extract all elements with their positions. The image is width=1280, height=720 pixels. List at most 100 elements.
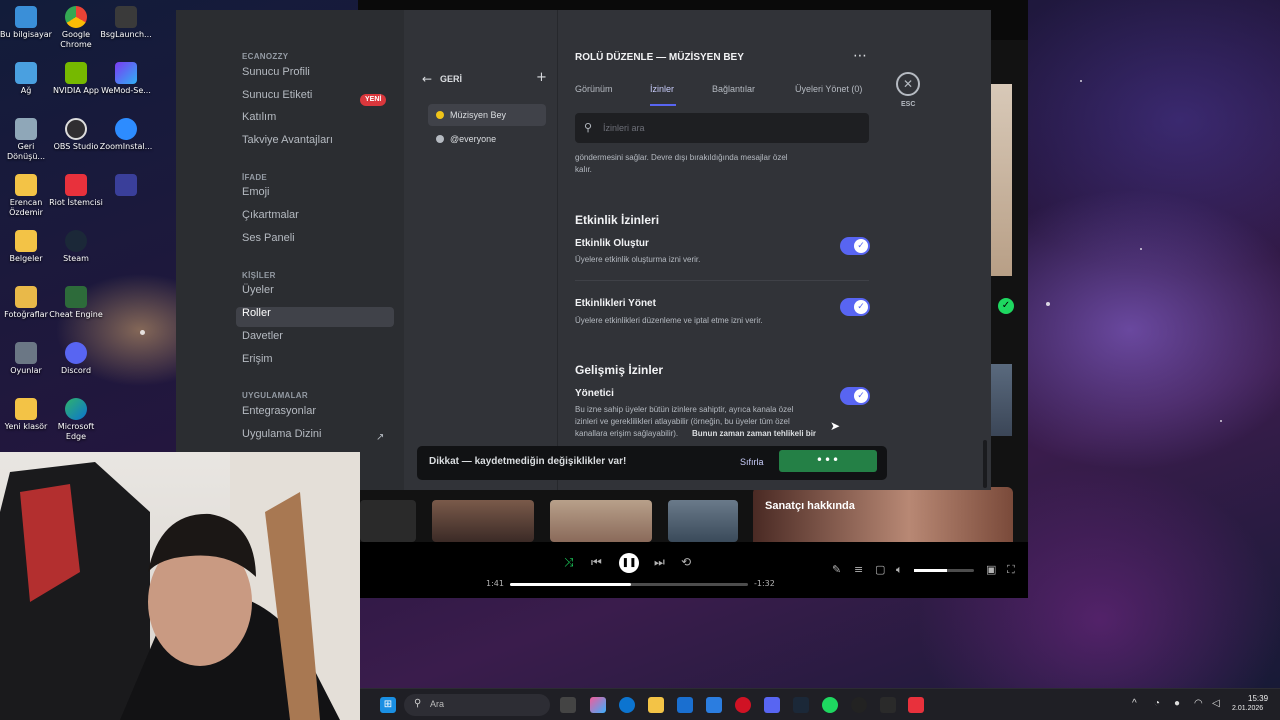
desktop-icon-unknown[interactable] <box>98 174 154 198</box>
tab-links[interactable]: Bağlantılar <box>712 84 755 94</box>
role-item-everyone[interactable]: @everyone <box>428 128 546 150</box>
store-icon[interactable] <box>677 697 693 713</box>
spotify-taskbar-icon[interactable] <box>822 697 838 713</box>
nav-app-directory[interactable]: Uygulama Dizini <box>236 428 394 448</box>
add-role-icon[interactable]: + <box>536 70 547 85</box>
nav-members[interactable]: Üyeler <box>236 284 394 304</box>
toggle-manage-events[interactable]: ✓ <box>840 298 870 316</box>
new-badge: YENİ <box>360 94 387 106</box>
discord-server-settings-window: — ☐ ✕ ECANOZZY Sunucu Profili Sunucu Eti… <box>176 10 991 490</box>
volume-icon[interactable]: 🔈︎ <box>896 563 903 577</box>
scrollbar[interactable] <box>983 440 987 488</box>
desktop-icon-steam[interactable]: Steam <box>48 230 104 264</box>
nav-invites[interactable]: Davetler <box>236 330 394 350</box>
nav-soundboard[interactable]: Ses Paneli <box>236 232 394 252</box>
desktop-icon-discord[interactable]: Discord <box>48 342 104 376</box>
reset-button[interactable]: Sıfırla <box>740 457 764 467</box>
desktop-icon-network[interactable]: Ağ <box>0 62 54 96</box>
windows-start-icon[interactable]: ⊞ <box>380 697 396 713</box>
previous-icon[interactable]: ⏮ <box>591 555 602 570</box>
photos-folder-icon <box>15 286 37 308</box>
desktop-icon-riot[interactable]: Riot İstemcisi <box>48 174 104 208</box>
shuffle-icon[interactable]: ⤨ <box>564 555 574 570</box>
copilot-icon[interactable] <box>590 697 606 713</box>
permissions-search-input[interactable]: ⚲ İzinleri ara <box>575 113 869 143</box>
desktop-icon-zoom-installer[interactable]: ZoomInstal... <box>98 118 154 152</box>
truncated-description: göndermesini sağlar. Devre dışı bırakıld… <box>575 153 788 162</box>
album-card[interactable] <box>432 500 534 542</box>
desktop-icon-bsg-launcher[interactable]: BsgLaunch... <box>98 6 154 40</box>
toggle-administrator[interactable]: ✓ <box>840 387 870 405</box>
perm-create-events-desc: Üyelere etkinlik oluşturma izni verir. <box>575 255 701 264</box>
tray-chevron-icon[interactable]: ^ <box>1132 698 1137 709</box>
nav-integrations[interactable]: Entegrasyonlar <box>236 405 394 425</box>
back-arrow-icon[interactable]: ← <box>422 72 432 86</box>
nav-access[interactable]: Erişim <box>236 353 394 373</box>
nav-server-profile[interactable]: Sunucu Profili <box>236 66 394 86</box>
obs-taskbar-icon[interactable] <box>851 697 867 713</box>
pause-button[interactable]: ❚❚ <box>619 553 639 573</box>
role-item-muzisyen-bey[interactable]: Müzisyen Bey <box>428 104 546 126</box>
playback-progress[interactable] <box>510 583 748 586</box>
desktop-icon-games[interactable]: Oyunlar <box>0 342 54 376</box>
back-label[interactable]: GERİ <box>440 74 462 84</box>
repeat-icon[interactable]: ⟲ <box>681 555 691 569</box>
desktop-icon-documents[interactable]: Belgeler <box>0 230 54 264</box>
perm-administrator-warning: Bunun zaman zaman tehlikeli bir <box>692 429 817 438</box>
microphone-tray-icon[interactable]: ● <box>1174 698 1180 709</box>
volume-slider[interactable] <box>914 569 974 572</box>
outlook-icon[interactable] <box>706 697 722 713</box>
desktop-icon-new-folder[interactable]: Yeni klasör <box>0 398 54 432</box>
desktop-icon-edge[interactable]: Microsoft Edge <box>48 398 104 442</box>
nav-roles[interactable]: Roller <box>236 307 394 327</box>
clock-date[interactable]: 2.01.2026 <box>1232 705 1263 712</box>
truncated-description-end: kalır. <box>575 165 592 174</box>
nav-onboarding[interactable]: Katılım <box>236 111 394 131</box>
desktop-icon-photos[interactable]: Fotoğraflar <box>0 286 54 320</box>
save-changes-button[interactable]: ••• <box>779 450 877 472</box>
close-settings-button[interactable]: ✕ <box>896 72 920 96</box>
steam-taskbar-icon[interactable] <box>793 697 809 713</box>
fullscreen-icon[interactable]: ⛶ <box>1007 563 1015 577</box>
perm-manage-events-name: Etkinlikleri Yönet <box>575 298 656 309</box>
desktop-icon-this-pc[interactable]: Bu bilgisayar <box>0 6 54 40</box>
file-explorer-icon[interactable] <box>648 697 664 713</box>
desktop-icon-obs[interactable]: OBS Studio <box>48 118 104 152</box>
discord-taskbar-icon[interactable] <box>764 697 780 713</box>
desktop-icon-cheat-engine[interactable]: Cheat Engine <box>48 286 104 320</box>
nav-stickers[interactable]: Çıkartmalar <box>236 209 394 229</box>
desktop-icon-user-folder[interactable]: Erencan Özdemir <box>0 174 54 218</box>
spotify-thumbnail <box>988 364 1012 436</box>
riot-taskbar-icon[interactable] <box>908 697 924 713</box>
edge-taskbar-icon[interactable] <box>619 697 635 713</box>
nav-emoji[interactable]: Emoji <box>236 186 394 206</box>
album-card[interactable] <box>550 500 652 542</box>
desktop-icon-chrome[interactable]: Google Chrome <box>48 6 104 50</box>
speaker-tray-icon[interactable]: ◁ <box>1212 698 1220 709</box>
desktop-icon-wemod[interactable]: WeMod-Se... <box>98 62 154 96</box>
tab-display[interactable]: Görünüm <box>575 84 613 94</box>
album-card[interactable] <box>668 500 738 542</box>
pencil-icon[interactable]: ✎ <box>832 563 841 576</box>
task-view-icon[interactable] <box>560 697 576 713</box>
advanced-permissions-heading: Gelişmiş İzinler <box>575 363 664 377</box>
wifi-tray-icon[interactable]: ◠ <box>1194 698 1203 709</box>
miniplayer-icon[interactable]: ▣ <box>986 563 996 576</box>
clock-time[interactable]: 15:39 <box>1248 694 1268 703</box>
opera-icon[interactable] <box>735 697 751 713</box>
tab-permissions[interactable]: İzinler <box>650 84 674 94</box>
epic-games-icon[interactable] <box>880 697 896 713</box>
nav-boost-perks[interactable]: Takviye Avantajları <box>236 134 394 154</box>
network-tray-icon[interactable]: ◔ <box>1154 698 1160 709</box>
next-icon[interactable]: ⏭ <box>654 555 665 570</box>
taskbar-search[interactable]: ⚲ Ara <box>404 694 550 716</box>
toggle-create-events[interactable]: ✓ <box>840 237 870 255</box>
album-card[interactable] <box>360 500 416 542</box>
desktop-icon-nvidia[interactable]: NVIDIA App <box>48 62 104 96</box>
tab-manage-members[interactable]: Üyeleri Yönet (0) <box>795 84 862 94</box>
devices-icon[interactable]: ▢ <box>875 563 885 576</box>
about-artist-card[interactable]: Sanatçı hakkında <box>753 487 1013 543</box>
queue-icon[interactable]: ≡ <box>854 563 863 576</box>
desktop-icon-recycle-bin[interactable]: Geri Dönüşü... <box>0 118 54 162</box>
more-options-icon[interactable]: ⋯ <box>853 48 867 64</box>
